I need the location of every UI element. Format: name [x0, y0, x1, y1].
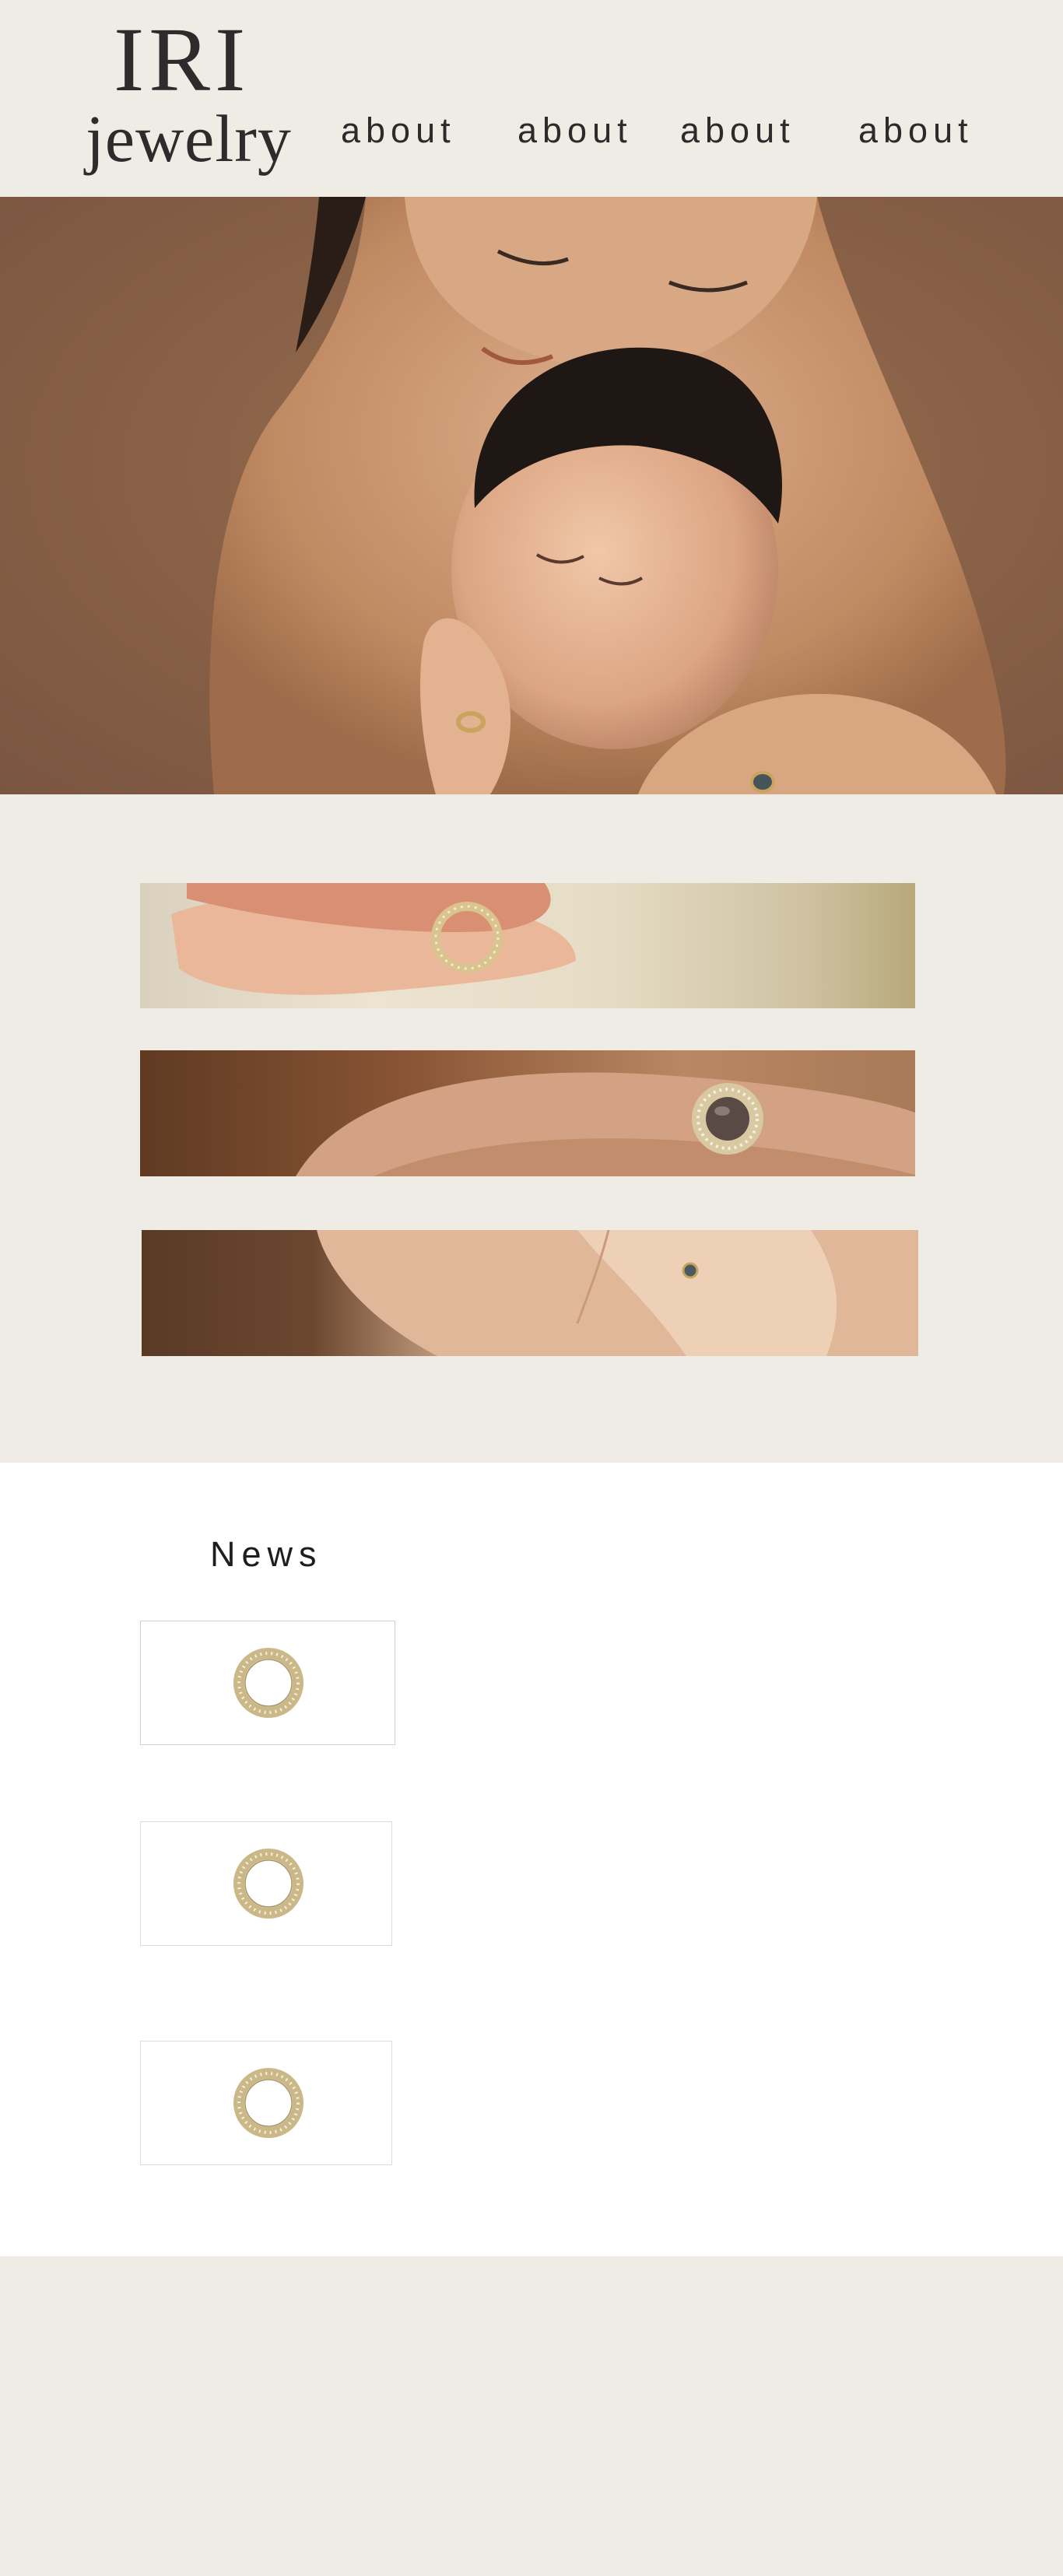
diamond-halo-ring-icon [233, 2068, 303, 2138]
feature-strip-baby-hand[interactable] [140, 883, 915, 1008]
baby-hand-ring-illustration [171, 883, 576, 995]
news-section: News [0, 1463, 1063, 2256]
news-title: News [210, 1534, 323, 1574]
diamond-halo-ring-icon [233, 1648, 303, 1718]
nav-link-about-1[interactable]: about [341, 107, 456, 154]
stone-ring-illustration [296, 1072, 915, 1176]
feature-strips-section [0, 794, 1063, 1463]
site-header: IRI jewelry about about about about [0, 0, 1063, 197]
news-card[interactable] [140, 2041, 392, 2165]
feature-strip-stone-ring[interactable] [140, 1050, 915, 1176]
news-card[interactable] [140, 1621, 395, 1745]
hero-image [0, 197, 1063, 794]
site-footer [0, 2256, 1063, 2576]
feature-strip-hands-baby[interactable] [142, 1230, 918, 1356]
news-card[interactable] [140, 1821, 392, 1946]
hands-holding-baby-illustration [317, 1230, 918, 1356]
logo-wordmark-top: IRI [114, 9, 251, 110]
nav-link-about-3[interactable]: about [680, 107, 795, 154]
nav-link-about-4[interactable]: about [858, 107, 974, 154]
main-nav: about about about about [0, 107, 1063, 154]
hero-photo-illustration [209, 197, 1006, 794]
diamond-halo-ring-icon [233, 1849, 303, 1919]
nav-link-about-2[interactable]: about [517, 107, 633, 154]
